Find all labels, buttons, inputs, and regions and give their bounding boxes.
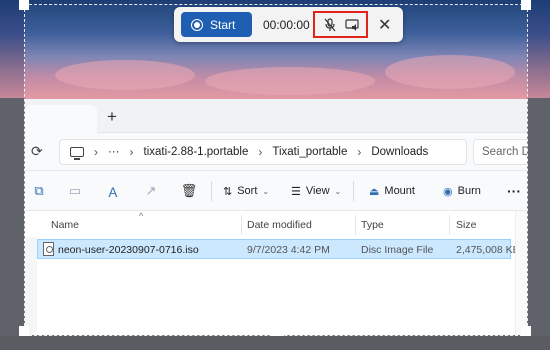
new-tab-button[interactable]: + (107, 107, 117, 127)
view-icon: ☰ (291, 185, 301, 198)
vertical-scrollbar[interactable] (515, 211, 527, 335)
chevron-right-icon: › (357, 145, 362, 159)
cloud (385, 55, 515, 89)
column-type[interactable]: Type (361, 219, 384, 231)
file-type: Disc Image File (361, 244, 434, 256)
breadcrumb-item[interactable]: Downloads (371, 146, 428, 158)
column-header: ^ Name Date modified Type Size (25, 211, 527, 237)
address-bar: ⟳ › ··· › tixati-2.88-1.portable › Tixat… (25, 133, 527, 171)
sort-button[interactable]: ⇅ Sort ⌄ (223, 182, 269, 200)
paste-icon[interactable]: ▭ (67, 183, 83, 199)
resize-handle-bottom[interactable] (270, 328, 284, 336)
mount-button[interactable]: ⏏ Mount (369, 182, 415, 200)
file-name: neon-user-20230907-0716.iso (58, 244, 199, 256)
burn-disc-icon: ◉ (443, 185, 453, 198)
highlight-box (313, 11, 368, 38)
record-icon (191, 18, 203, 31)
sort-label: Sort (237, 185, 258, 197)
column-divider[interactable] (449, 215, 450, 235)
search-input[interactable]: Search Downlo (473, 139, 527, 165)
refresh-icon[interactable]: ⟳ (31, 143, 43, 160)
more-options-button[interactable]: ··· (507, 182, 521, 200)
tab-bar: + (25, 99, 527, 133)
cloud (205, 67, 375, 95)
command-bar: ⧉ ▭ Ａ ↗ 🗑 ⇅ Sort ⌄ ☰ View ⌄ ⏏ Mount ◉ Bu… (25, 171, 527, 211)
breadcrumb[interactable]: › ··· › tixati-2.88-1.portable › Tixati_… (59, 139, 467, 165)
column-name[interactable]: Name (51, 219, 79, 231)
iso-file-icon (43, 242, 54, 256)
breadcrumb-overflow[interactable]: ··· (108, 146, 120, 158)
tab-active[interactable] (25, 105, 97, 133)
dimmed-area-bottom (0, 336, 550, 350)
sort-icon: ⇅ (223, 185, 233, 198)
recording-timer: 00:00:00 (263, 18, 310, 32)
column-size[interactable]: Size (456, 219, 476, 231)
resize-handle-top-left[interactable] (19, 0, 29, 10)
chevron-down-icon: ⌄ (334, 186, 342, 196)
burn-button[interactable]: ◉ Burn (443, 182, 481, 200)
copy-icon[interactable]: ⧉ (31, 183, 47, 199)
start-recording-button[interactable]: Start (181, 12, 252, 37)
start-label: Start (210, 17, 236, 32)
resize-handle-bottom-left[interactable] (19, 326, 29, 336)
system-audio-icon[interactable] (345, 18, 359, 32)
table-row[interactable]: neon-user-20230907-0716.iso 9/7/2023 4:4… (37, 239, 520, 259)
resize-handle-top-right[interactable] (521, 0, 531, 10)
view-label: View (305, 185, 330, 197)
chevron-right-icon: › (129, 145, 134, 159)
resize-handle-bottom-right[interactable] (521, 326, 531, 336)
chevron-right-icon: › (94, 145, 98, 159)
toolbar-divider (211, 181, 212, 201)
column-divider[interactable] (355, 215, 356, 235)
rename-icon[interactable]: Ａ (105, 183, 121, 200)
share-icon[interactable]: ↗ (143, 183, 159, 199)
burn-label: Burn (457, 185, 481, 197)
toolbar-divider (353, 181, 354, 201)
disc-icon: ⏏ (369, 185, 380, 198)
dimmed-area-left (0, 98, 24, 350)
delete-icon[interactable]: 🗑 (181, 183, 198, 199)
chevron-right-icon: › (258, 145, 263, 159)
mic-off-icon[interactable] (323, 18, 337, 32)
chevron-down-icon: ⌄ (262, 186, 270, 196)
breadcrumb-item[interactable]: Tixati_portable (272, 146, 347, 158)
recording-toolbar: Start 00:00:00 ✕ (174, 7, 403, 42)
mount-label: Mount (384, 185, 415, 197)
file-explorer-window: + ⟳ › ··· › tixati-2.88-1.portable › Tix… (25, 99, 527, 335)
sort-ascending-icon: ^ (139, 211, 144, 221)
column-divider[interactable] (241, 215, 242, 235)
breadcrumb-item[interactable]: tixati-2.88-1.portable (144, 146, 249, 158)
file-size: 2,475,008 KB (456, 244, 520, 256)
cloud (55, 60, 195, 90)
computer-icon[interactable] (70, 147, 84, 160)
close-icon[interactable]: ✕ (378, 15, 391, 35)
dimmed-area-right (528, 98, 550, 350)
capture-region[interactable]: + ⟳ › ··· › tixati-2.88-1.portable › Tix… (24, 4, 528, 336)
file-date: 9/7/2023 4:42 PM (247, 244, 330, 256)
column-date-modified[interactable]: Date modified (247, 219, 312, 231)
view-button[interactable]: ☰ View ⌄ (291, 182, 341, 200)
